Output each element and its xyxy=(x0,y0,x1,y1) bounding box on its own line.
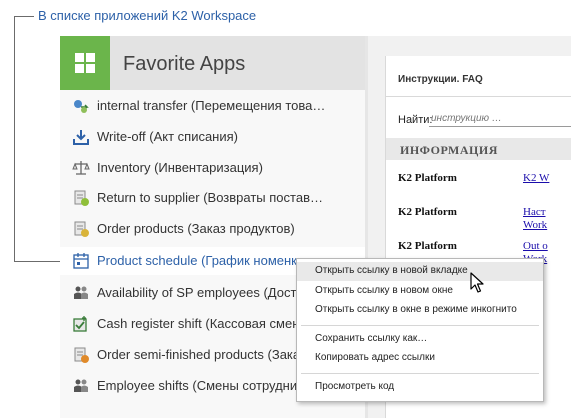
calendar-icon xyxy=(73,253,89,269)
menu-item-open-new-window[interactable]: Открыть ссылку в новом окне xyxy=(297,282,543,301)
find-input[interactable] xyxy=(429,110,571,127)
apps-grid-icon xyxy=(60,36,110,90)
menu-item-open-incognito[interactable]: Открыть ссылку в окне в режиме инкогнито xyxy=(297,301,543,320)
app-item-return-to-supplier[interactable]: Return to supplier (Возвраты постав… xyxy=(60,184,365,212)
context-menu: Открыть ссылку в новой вкладке Открыть с… xyxy=(296,258,544,402)
menu-item-label: Открыть ссылку в новом окне xyxy=(315,285,453,296)
app-item-label: Return to supplier (Возвраты постав… xyxy=(97,190,323,205)
menu-divider xyxy=(301,373,539,374)
favorite-apps-title: Favorite Apps xyxy=(123,53,246,75)
faq-row-link[interactable]: Наст Work xyxy=(523,206,547,232)
menu-item-save-link-as[interactable]: Сохранить ссылку как… xyxy=(297,330,543,349)
menu-item-open-new-tab[interactable]: Открыть ссылку в новой вкладке xyxy=(297,262,543,281)
menu-item-label: Копировать адрес ссылки xyxy=(315,352,435,363)
callout-connector xyxy=(14,16,34,17)
download-icon xyxy=(73,130,89,145)
faq-row-name: K2 Platform xyxy=(398,206,457,218)
app-item-inventory[interactable]: Inventory (Инвентаризация) xyxy=(60,154,365,182)
app-item-label: internal transfer (Перемещения това… xyxy=(97,98,326,113)
favorite-apps-header: Favorite Apps xyxy=(60,36,365,90)
transfer-icon xyxy=(74,100,89,113)
app-item-internal-transfer[interactable]: internal transfer (Перемещения това… xyxy=(60,92,365,120)
app-item-label: Product schedule (График номенкл xyxy=(97,253,305,268)
app-item-label: Availability of SP employees (Доступ xyxy=(97,285,311,300)
faq-row-name: K2 Platform xyxy=(398,240,457,252)
find-label: Найти: xyxy=(398,114,433,126)
people-icon xyxy=(74,379,88,392)
section-header: ИНФОРМАЦИЯ xyxy=(386,138,571,160)
register-icon xyxy=(73,316,87,332)
faq-title: Инструкции. FAQ xyxy=(398,74,483,85)
app-item-order-products[interactable]: Order products (Заказ продуктов) xyxy=(60,215,365,243)
menu-item-label: Сохранить ссылку как… xyxy=(315,333,428,344)
people-icon xyxy=(74,286,88,299)
document-check-icon xyxy=(74,190,89,206)
callout-connector xyxy=(14,261,66,262)
callout-connector xyxy=(14,16,15,261)
app-item-label: Order products (Заказ продуктов) xyxy=(97,221,295,236)
menu-item-label: Открыть ссылку в новой вкладке xyxy=(315,265,468,276)
menu-divider xyxy=(301,325,539,326)
app-item-label: Cash register shift (Кассовая смена xyxy=(97,316,307,331)
section-title: ИНФОРМАЦИЯ xyxy=(400,143,498,157)
menu-item-label: Просмотреть код xyxy=(315,381,395,392)
menu-item-copy-link-address[interactable]: Копировать адрес ссылки xyxy=(297,349,543,368)
faq-row-link[interactable]: K2 W xyxy=(523,172,549,185)
app-item-label: Inventory (Инвентаризация) xyxy=(97,160,263,175)
app-item-label: Employee shifts (Смены сотрудник xyxy=(97,378,303,393)
mouse-cursor-icon xyxy=(470,272,484,293)
app-item-label: Order semi-finished products (Зака xyxy=(97,347,301,362)
app-item-write-off[interactable]: Write-off (Акт списания) xyxy=(60,123,365,151)
faq-row-name: K2 Platform xyxy=(398,172,457,184)
callout-caption: В списке приложений K2 Workspace xyxy=(38,8,257,23)
document-gear-icon xyxy=(74,347,89,363)
divider xyxy=(386,96,571,97)
app-item-label: Write-off (Акт списания) xyxy=(97,129,238,144)
menu-item-label: Открыть ссылку в окне в режиме инкогнито xyxy=(315,304,517,315)
document-check-icon xyxy=(74,221,89,237)
scales-icon xyxy=(72,161,90,175)
menu-item-inspect[interactable]: Просмотреть код xyxy=(297,378,543,397)
